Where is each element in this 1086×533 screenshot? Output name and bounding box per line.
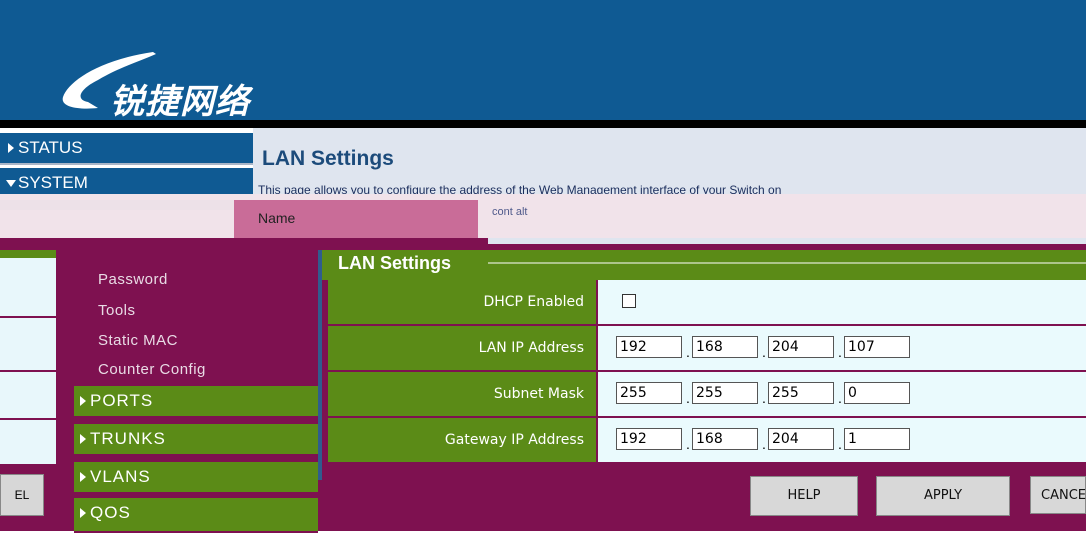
nav-item-ports-label: PORTS	[90, 391, 154, 410]
subnet-label: Subnet Mask	[493, 386, 584, 402]
chevron-right-icon	[80, 472, 86, 482]
gateway-octet-2[interactable]: 168	[692, 428, 758, 450]
lan-ip-octet-2[interactable]: 168	[692, 336, 758, 358]
form-value-cell: 192 . 168 . 204 . 1	[598, 418, 1086, 464]
left-cell	[0, 318, 56, 371]
octet-separator: .	[762, 436, 766, 452]
dhcp-label: DHCP Enabled	[483, 294, 584, 310]
octet-separator: .	[762, 390, 766, 406]
page-title: LAN Settings	[262, 147, 394, 170]
chevron-down-icon	[6, 180, 16, 187]
apply-button[interactable]: APPLY	[876, 476, 1010, 516]
form-value-cell	[598, 280, 1086, 326]
gateway-octet-3[interactable]: 204	[768, 428, 834, 450]
help-button[interactable]: HELP	[750, 476, 858, 516]
left-cell	[0, 372, 56, 419]
submenu-static-mac[interactable]: Static MAC	[98, 332, 178, 349]
octet-separator: .	[686, 436, 690, 452]
subnet-octet-1[interactable]: 255	[616, 382, 682, 404]
left-header-cell	[0, 250, 56, 258]
form-label-cell: DHCP Enabled	[328, 280, 596, 326]
cancel-button-partial[interactable]: EL	[0, 474, 44, 516]
lan-ip-label: LAN IP Address	[478, 340, 584, 356]
lan-ip-octet-1[interactable]: 192	[616, 336, 682, 358]
dhcp-checkbox[interactable]	[622, 294, 636, 308]
octet-separator: .	[838, 390, 842, 406]
octet-separator: .	[686, 344, 690, 360]
submenu-password[interactable]: Password	[98, 271, 168, 288]
nav-item-system-label: SYSTEM	[18, 173, 88, 192]
left-cell	[0, 258, 56, 317]
cancel-button[interactable]: CANCE	[1030, 476, 1086, 514]
name-header-label: Name	[258, 210, 296, 226]
form-row-lan-ip: LAN IP Address 192 . 168 . 204 . 107	[328, 326, 1086, 372]
nav-divider	[0, 163, 253, 165]
nav-item-status[interactable]: STATUS	[0, 133, 253, 163]
form-value-cell: 192 . 168 . 204 . 107	[598, 326, 1086, 372]
nav-item-qos[interactable]: QOS	[74, 498, 318, 533]
octet-separator: .	[838, 344, 842, 360]
octet-separator: .	[838, 436, 842, 452]
subnet-octet-4[interactable]: 0	[844, 382, 910, 404]
description-tail: cont alt	[492, 206, 528, 218]
submenu-tools[interactable]: Tools	[98, 302, 136, 319]
subnet-octet-3[interactable]: 255	[768, 382, 834, 404]
fieldset-line	[488, 262, 1086, 264]
nav-item-system[interactable]: SYSTEM	[0, 168, 253, 194]
nav-item-trunks[interactable]: TRUNKS	[74, 424, 318, 456]
nav-item-qos-label: QOS	[90, 503, 131, 522]
chevron-right-icon	[80, 396, 86, 406]
subnet-octet-2[interactable]: 255	[692, 382, 758, 404]
form-value-cell: 255 . 255 . 255 . 0	[598, 372, 1086, 418]
fieldset-legend: LAN Settings	[338, 253, 452, 273]
nav-item-vlans-label: VLANS	[90, 467, 151, 486]
lan-ip-octet-4[interactable]: 107	[844, 336, 910, 358]
chevron-right-icon	[80, 434, 86, 444]
form-label-cell: Subnet Mask	[328, 372, 596, 418]
nav-item-status-label: STATUS	[18, 138, 83, 157]
gateway-octet-1[interactable]: 192	[616, 428, 682, 450]
chevron-right-icon	[8, 143, 14, 153]
nav-item-trunks-label: TRUNKS	[90, 429, 166, 448]
form-row-gateway: Gateway IP Address 192 . 168 . 204 . 1	[328, 418, 1086, 464]
octet-separator: .	[686, 390, 690, 406]
form-row-subnet: Subnet Mask 255 . 255 . 255 . 0	[328, 372, 1086, 418]
form-label-cell: LAN IP Address	[328, 326, 596, 372]
lan-ip-octet-3[interactable]: 204	[768, 336, 834, 358]
logo-text: 锐捷网络	[110, 82, 250, 122]
nav-item-ports[interactable]: PORTS	[74, 386, 318, 418]
gateway-label: Gateway IP Address	[444, 432, 584, 448]
submenu-counter-config[interactable]: Counter Config	[98, 361, 206, 378]
form-label-cell: Gateway IP Address	[328, 418, 596, 464]
body-top-bar	[488, 238, 1086, 244]
left-cell	[0, 420, 56, 465]
octet-separator: .	[762, 344, 766, 360]
gateway-octet-4[interactable]: 1	[844, 428, 910, 450]
glitch-strip-dark	[0, 200, 234, 210]
form-row-dhcp: DHCP Enabled	[328, 280, 1086, 326]
fieldset-border	[318, 250, 322, 480]
chevron-right-icon	[80, 508, 86, 518]
nav-item-vlans[interactable]: VLANS	[74, 462, 318, 494]
